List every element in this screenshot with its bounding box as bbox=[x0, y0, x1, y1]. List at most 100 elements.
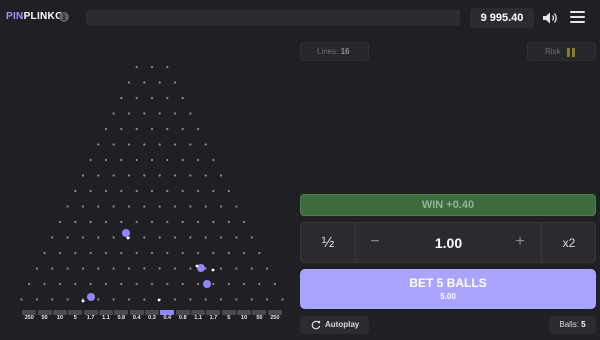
peg bbox=[104, 251, 108, 255]
stake-control: ½ − 1.00 + x2 bbox=[300, 222, 596, 263]
peg bbox=[51, 298, 54, 301]
multiplier-slot: 0.4 bbox=[160, 310, 175, 325]
lit-peg bbox=[157, 298, 161, 302]
multiplier-slot: 0.8 bbox=[175, 310, 190, 325]
peg bbox=[135, 251, 138, 255]
logo-part-plinko: PLINKO bbox=[23, 11, 64, 22]
peg bbox=[28, 282, 31, 286]
peg bbox=[51, 267, 54, 270]
peg bbox=[74, 282, 77, 286]
balls-label: Balls: bbox=[559, 320, 579, 329]
peg bbox=[104, 189, 108, 193]
peg bbox=[204, 236, 207, 239]
peg bbox=[243, 251, 246, 255]
lit-peg bbox=[81, 299, 85, 303]
peg bbox=[135, 158, 138, 162]
peg bbox=[235, 298, 238, 301]
peg bbox=[127, 81, 131, 84]
lines-selector[interactable]: Lines: 16 bbox=[300, 42, 369, 61]
hamburger-menu-icon[interactable] bbox=[570, 11, 585, 24]
peg bbox=[74, 220, 77, 224]
peg bbox=[204, 205, 207, 208]
peg bbox=[81, 267, 84, 270]
peg bbox=[51, 236, 54, 239]
peg bbox=[212, 251, 215, 255]
top-bar: PINPLINKO i 9 995.40 bbox=[0, 0, 600, 36]
multiplier-slot: 1.7 bbox=[83, 310, 98, 325]
peg bbox=[120, 282, 123, 286]
peg bbox=[143, 267, 146, 270]
peg bbox=[135, 127, 138, 131]
peg bbox=[150, 96, 154, 100]
peg bbox=[81, 236, 84, 239]
peg bbox=[112, 174, 115, 177]
peg bbox=[189, 298, 192, 301]
peg bbox=[181, 282, 184, 286]
risk-label: Risk bbox=[545, 47, 561, 56]
peg bbox=[189, 267, 192, 270]
ball bbox=[122, 229, 130, 237]
speaker-icon[interactable] bbox=[541, 9, 559, 27]
peg bbox=[143, 174, 146, 177]
peg bbox=[220, 236, 223, 239]
peg bbox=[150, 127, 154, 131]
bet-button[interactable]: BET 5 BALLS 5.00 bbox=[300, 269, 596, 309]
info-icon[interactable]: i bbox=[59, 12, 69, 22]
peg bbox=[197, 220, 200, 224]
peg bbox=[250, 236, 253, 239]
peg bbox=[150, 282, 154, 286]
peg bbox=[166, 158, 169, 162]
peg bbox=[197, 282, 200, 286]
multiplier-slot: 0.4 bbox=[129, 310, 144, 325]
peg bbox=[181, 220, 184, 224]
peg bbox=[173, 236, 177, 239]
peg bbox=[189, 174, 192, 177]
peg bbox=[104, 220, 108, 224]
peg bbox=[150, 189, 154, 193]
increase-stake-button[interactable]: + bbox=[512, 223, 528, 262]
autoplay-button[interactable]: Autoplay bbox=[300, 316, 369, 334]
double-stake-button[interactable]: x2 bbox=[541, 223, 596, 262]
peg bbox=[273, 282, 276, 286]
peg bbox=[143, 236, 146, 239]
multiplier-slot: 50 bbox=[37, 310, 52, 325]
ball bbox=[203, 280, 211, 288]
multiplier-slot: 50 bbox=[252, 310, 267, 325]
risk-selector[interactable]: Risk bbox=[527, 42, 596, 61]
peg bbox=[150, 158, 154, 162]
ball bbox=[87, 293, 95, 301]
progress-track bbox=[86, 10, 460, 26]
peg bbox=[166, 282, 169, 286]
peg bbox=[189, 236, 192, 239]
peg bbox=[143, 205, 146, 208]
peg bbox=[97, 236, 100, 239]
peg bbox=[120, 220, 123, 224]
stake-input[interactable]: 1.00 bbox=[391, 223, 506, 262]
peg bbox=[143, 81, 146, 84]
bet-button-label: BET 5 BALLS bbox=[409, 276, 487, 290]
lines-label: Lines: bbox=[317, 47, 339, 56]
peg bbox=[74, 251, 77, 255]
peg bbox=[166, 189, 169, 193]
lit-peg bbox=[211, 268, 215, 272]
half-stake-button[interactable]: ½ bbox=[301, 223, 356, 262]
peg bbox=[158, 81, 161, 84]
peg bbox=[250, 298, 253, 301]
peg bbox=[127, 205, 131, 208]
peg bbox=[158, 236, 161, 239]
peg bbox=[104, 127, 108, 131]
peg bbox=[158, 205, 161, 208]
autoplay-label: Autoplay bbox=[325, 320, 360, 329]
peg bbox=[127, 298, 131, 301]
peg bbox=[220, 267, 223, 270]
peg bbox=[89, 220, 92, 224]
peg bbox=[266, 298, 269, 301]
decrease-stake-button[interactable]: − bbox=[367, 223, 383, 262]
peg bbox=[220, 298, 223, 301]
multiplier-slot: 1.7 bbox=[206, 310, 221, 325]
peg bbox=[204, 174, 207, 177]
peg bbox=[173, 267, 177, 270]
peg bbox=[66, 205, 69, 208]
logo-part-pin: PIN bbox=[6, 11, 24, 22]
balls-selector[interactable]: Balls: 5 bbox=[549, 316, 596, 334]
